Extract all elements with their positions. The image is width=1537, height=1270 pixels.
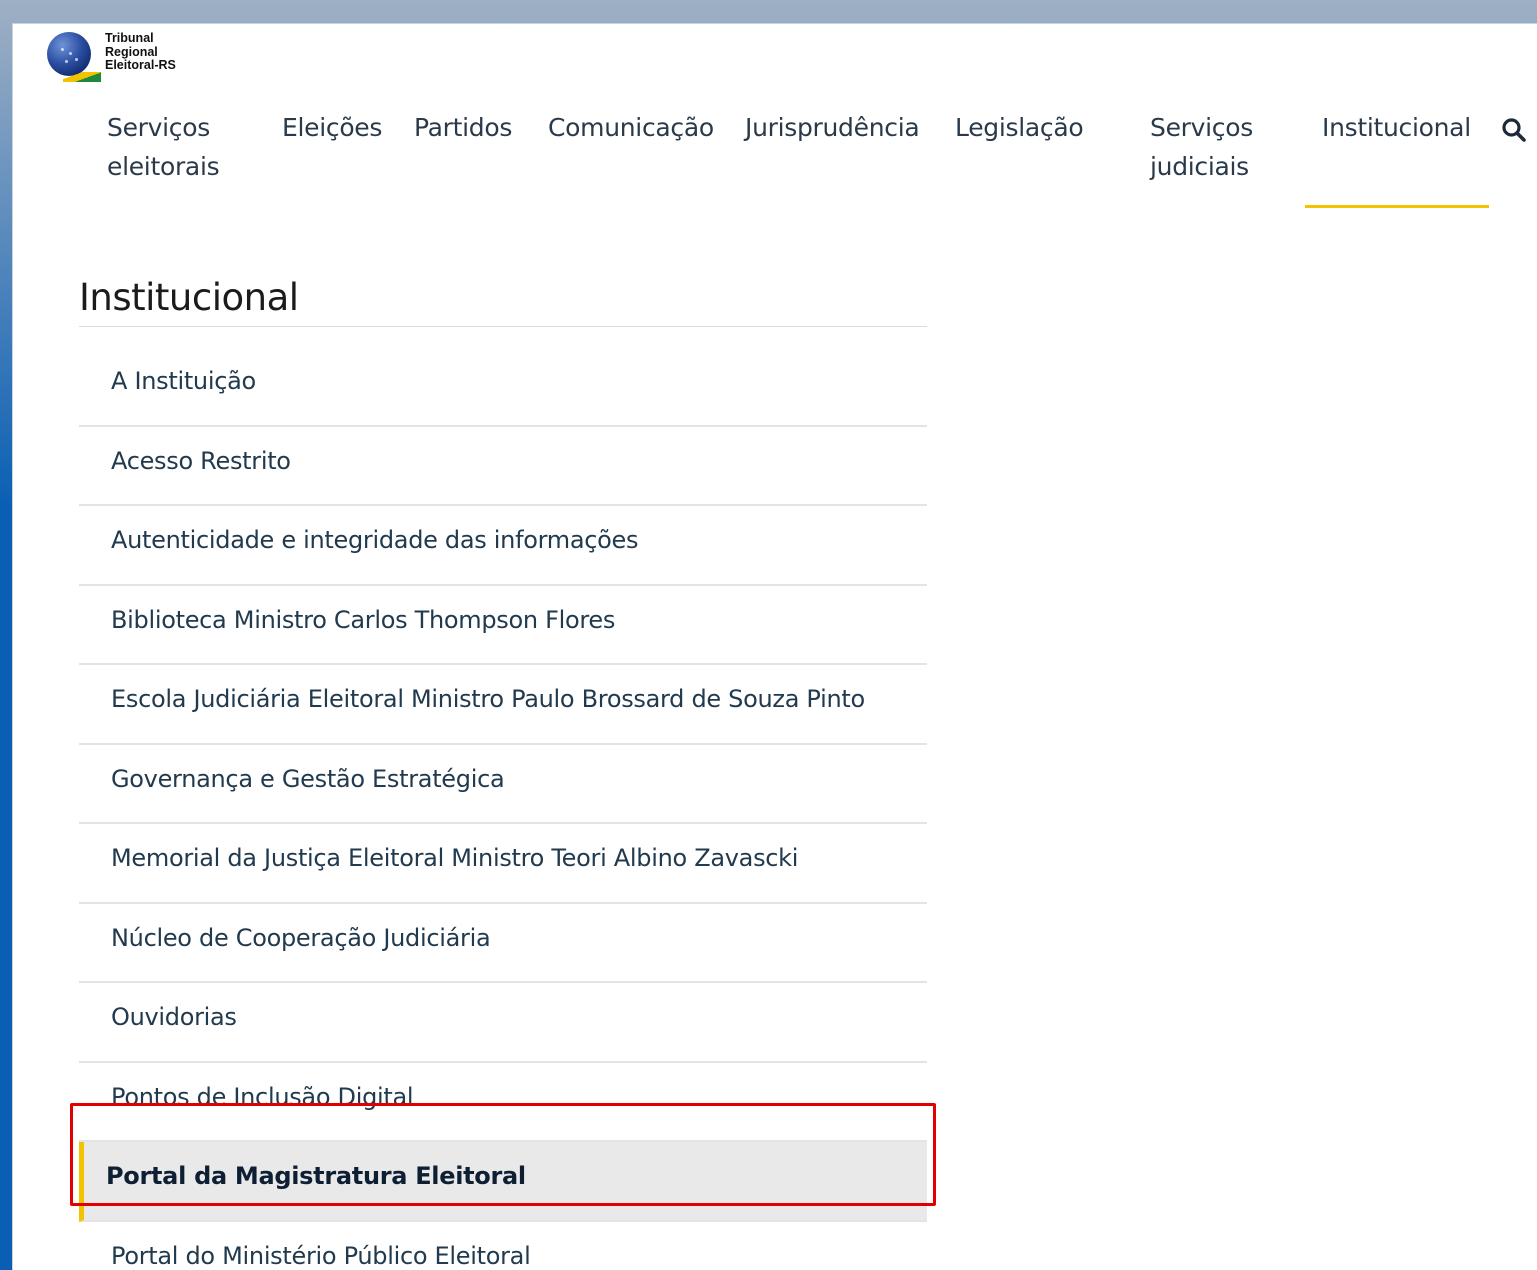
page-frame: Tribunal Regional Eleitoral-RS Serviços … — [12, 23, 1537, 1270]
menu-item-ouvidorias[interactable]: Ouvidorias — [79, 983, 927, 1063]
search-icon[interactable] — [1501, 117, 1527, 143]
nav-comunicacao[interactable]: Comunicação — [548, 108, 714, 147]
logo-text: Tribunal Regional Eleitoral-RS — [105, 31, 176, 73]
menu-item-label: Ouvidorias — [111, 1003, 237, 1031]
menu-item-autenticidade[interactable]: Autenticidade e integridade das informaç… — [79, 506, 927, 586]
nav-servicos-eleitorais[interactable]: Serviços eleitorais — [107, 108, 237, 186]
menu-item-nucleo-cooperacao[interactable]: Núcleo de Cooperação Judiciária — [79, 904, 927, 983]
menu-item-label: Portal do Ministério Público Eleitoral — [111, 1241, 531, 1270]
menu-item-memorial[interactable]: Memorial da Justiça Eleitoral Ministro T… — [79, 824, 927, 904]
nav-servicos-judiciais[interactable]: Serviços judiciais — [1150, 108, 1270, 186]
menu-item-governanca[interactable]: Governança e Gestão Estratégica — [79, 745, 927, 824]
menu-item-pontos-inclusao[interactable]: Pontos de Inclusão Digital — [79, 1063, 927, 1142]
nav-eleicoes[interactable]: Eleições — [282, 108, 382, 147]
menu-item-acesso-restrito[interactable]: Acesso Restrito — [79, 427, 927, 506]
nav-legislacao[interactable]: Legislação — [955, 108, 1084, 147]
nav-jurisprudencia[interactable]: Jurisprudência — [745, 108, 920, 147]
menu-item-label: A Instituição — [111, 367, 256, 395]
menu-item-a-instituicao[interactable]: A Instituição — [79, 347, 927, 427]
nav-partidos[interactable]: Partidos — [414, 108, 512, 147]
flag-swoosh-icon — [63, 72, 101, 82]
logo-line-3: Eleitoral-RS — [105, 58, 176, 72]
institucional-menu: A Instituição Acesso Restrito Autenticid… — [79, 347, 927, 1270]
main-nav: Serviços eleitorais Eleições Partidos Co… — [13, 108, 1537, 218]
menu-item-portal-magistratura[interactable]: Portal da Magistratura Eleitoral — [79, 1142, 927, 1222]
logo-line-2: Regional — [105, 44, 158, 59]
menu-item-label: Núcleo de Cooperação Judiciária — [111, 923, 491, 952]
menu-item-portal-mpe[interactable]: Portal do Ministério Público Eleitoral — [79, 1222, 927, 1270]
menu-item-label: Escola Judiciária Eleitoral Ministro Pau… — [111, 685, 865, 713]
menu-item-label: Acesso Restrito — [111, 446, 291, 475]
page-title: Institucional — [79, 276, 299, 319]
menu-item-label: Memorial da Justiça Eleitoral Ministro T… — [111, 844, 799, 872]
globe-logo-icon — [47, 32, 91, 76]
title-divider — [79, 326, 927, 327]
menu-item-label: Governança e Gestão Estratégica — [111, 764, 505, 793]
tre-rs-logo[interactable]: Tribunal Regional Eleitoral-RS — [47, 30, 207, 86]
menu-item-biblioteca[interactable]: Biblioteca Ministro Carlos Thompson Flor… — [79, 586, 927, 665]
menu-item-label: Portal da Magistratura Eleitoral — [106, 1162, 526, 1190]
nav-institucional[interactable]: Institucional — [1305, 108, 1489, 208]
menu-item-label: Autenticidade e integridade das informaç… — [111, 526, 639, 554]
logo-line-1: Tribunal — [105, 31, 154, 45]
menu-item-label: Biblioteca Ministro Carlos Thompson Flor… — [111, 605, 616, 634]
menu-item-escola-judiciaria[interactable]: Escola Judiciária Eleitoral Ministro Pau… — [79, 665, 927, 745]
menu-item-label: Pontos de Inclusão Digital — [111, 1082, 414, 1111]
